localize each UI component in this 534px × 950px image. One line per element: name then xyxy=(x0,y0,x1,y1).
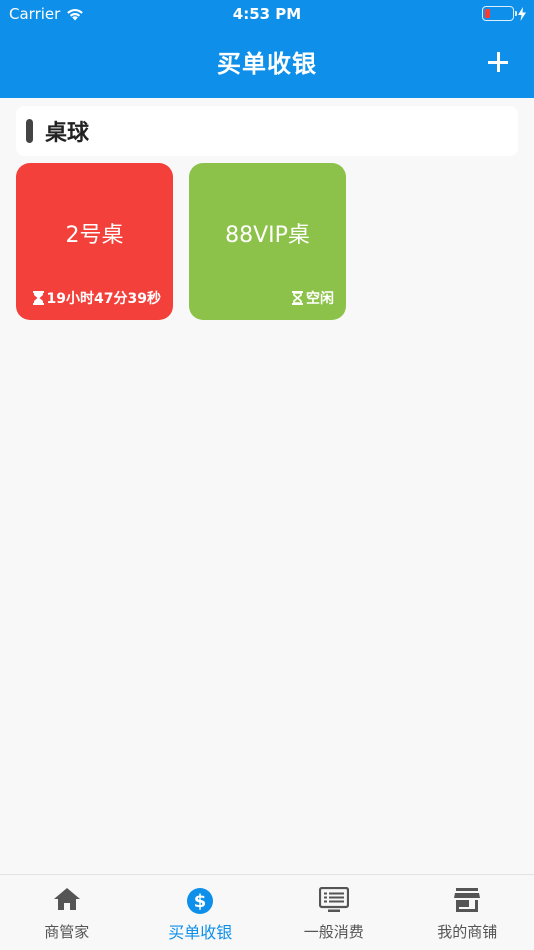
store-icon xyxy=(454,888,481,912)
hourglass-empty-icon xyxy=(292,291,303,305)
hourglass-filled-icon xyxy=(32,291,44,305)
table-card-88vip[interactable]: 88VIP桌 空闲 xyxy=(189,163,346,320)
dollar-icon: $ xyxy=(187,888,214,914)
table-card-2[interactable]: 2号桌 19小时47分39秒 xyxy=(16,163,173,320)
battery-indicator xyxy=(482,6,526,21)
category-marker xyxy=(26,119,33,143)
tab-general-consumption[interactable]: 一般消费 xyxy=(267,875,401,950)
tab-my-store[interactable]: 我的商铺 xyxy=(401,875,534,950)
page-title: 买单收银 xyxy=(217,50,317,78)
idle-text: 空闲 xyxy=(306,291,334,307)
category-header: 桌球 xyxy=(16,106,518,156)
add-button[interactable] xyxy=(486,50,510,74)
bottom-tab-bar: 商管家 $ 买单收银 一般消费 我的商铺 xyxy=(0,874,534,950)
tab-home[interactable]: 商管家 xyxy=(0,875,134,950)
timer-text: 19小时47分39秒 xyxy=(46,291,161,307)
table-status: 空闲 xyxy=(292,288,334,308)
battery-level xyxy=(485,9,490,18)
list-monitor-icon xyxy=(318,887,349,912)
tab-label: 商管家 xyxy=(44,923,90,941)
tab-label: 我的商铺 xyxy=(437,923,498,941)
app-header: Carrier 4:53 PM 买单收银 xyxy=(0,0,534,98)
status-bar: Carrier 4:53 PM xyxy=(0,0,534,28)
svg-text:$: $ xyxy=(194,891,207,912)
tab-checkout[interactable]: $ 买单收银 xyxy=(134,875,268,950)
battery-icon xyxy=(482,6,517,21)
tab-label: 买单收银 xyxy=(168,923,233,942)
home-icon xyxy=(53,888,80,910)
status-time: 4:53 PM xyxy=(232,5,302,23)
tab-label: 一般消费 xyxy=(303,923,364,941)
table-name: 88VIP桌 xyxy=(225,223,310,248)
charging-bolt-icon xyxy=(518,6,526,21)
table-status: 19小时47分39秒 xyxy=(32,288,161,308)
category-title: 桌球 xyxy=(45,121,90,146)
table-name: 2号桌 xyxy=(65,223,124,248)
